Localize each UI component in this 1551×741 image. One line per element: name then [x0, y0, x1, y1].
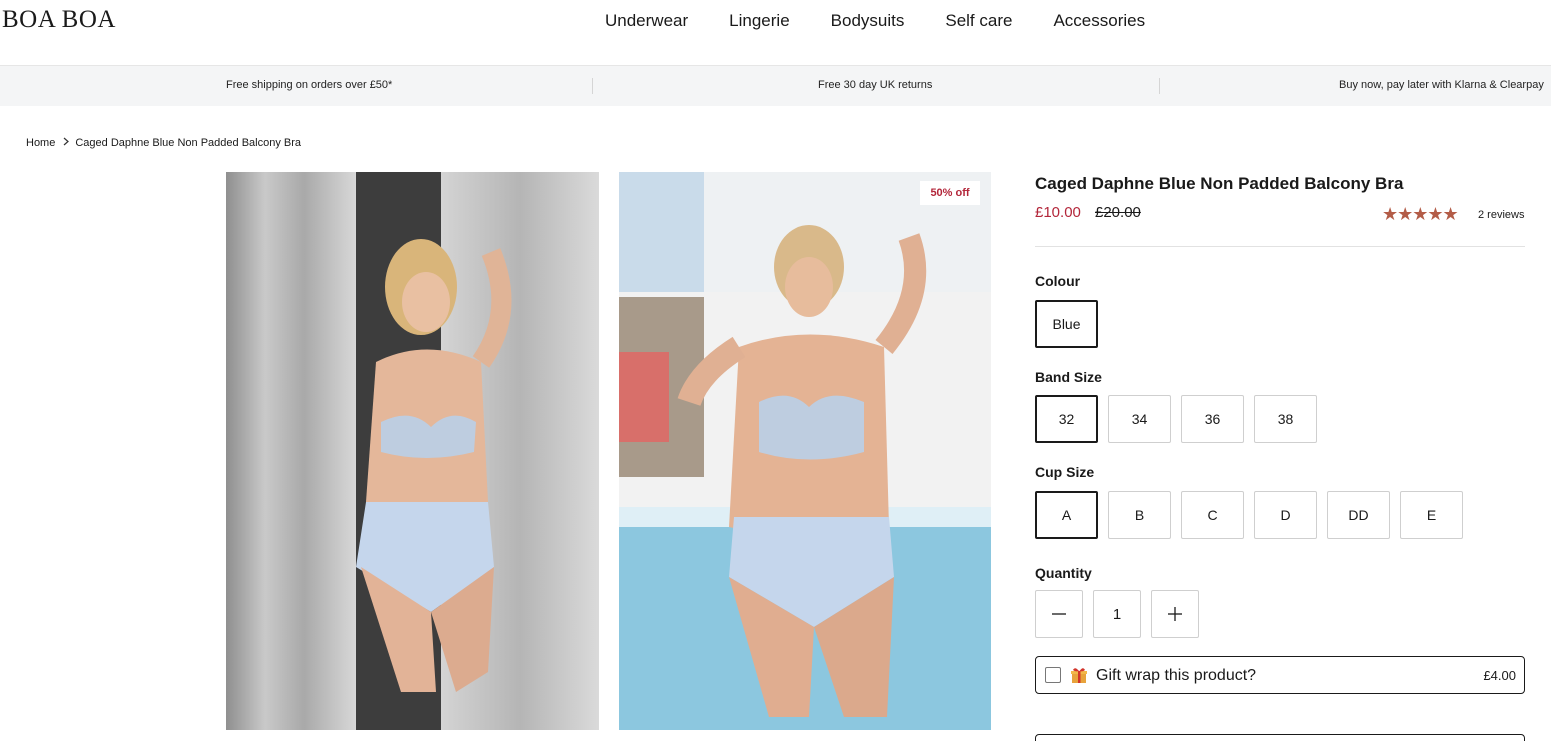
quantity-label: Quantity [1035, 565, 1092, 581]
band-option-38[interactable]: 38 [1254, 395, 1317, 443]
decrease-quantity-button[interactable] [1035, 590, 1083, 638]
add-to-cart-button[interactable] [1035, 734, 1525, 741]
cup-option-e[interactable]: E [1400, 491, 1463, 539]
usp-free-shipping: Free shipping on orders over £50* [226, 79, 393, 91]
usp-bar: Free shipping on orders over £50* Free 3… [0, 66, 1551, 106]
band-size-label: Band Size [1035, 369, 1102, 385]
cup-option-d[interactable]: D [1254, 491, 1317, 539]
band-option-34[interactable]: 34 [1108, 395, 1171, 443]
discount-badge: 50% off [920, 181, 980, 205]
reviews-link[interactable]: 2 reviews [1478, 209, 1524, 221]
cup-option-a[interactable]: A [1035, 491, 1098, 539]
gift-wrap-checkbox[interactable] [1045, 667, 1061, 683]
nav-accessories[interactable]: Accessories [1053, 11, 1145, 31]
breadcrumb-home[interactable]: Home [26, 137, 55, 149]
divider [1035, 246, 1525, 247]
nav-bodysuits[interactable]: Bodysuits [831, 11, 905, 31]
usp-pay-later: Buy now, pay later with Klarna & Clearpa… [1339, 79, 1544, 91]
colour-label: Colour [1035, 273, 1081, 289]
increase-quantity-button[interactable] [1151, 590, 1199, 638]
usp-divider [592, 78, 593, 94]
star-rating[interactable]: ★★★★★ [1382, 204, 1459, 224]
sale-price: £10.00 [1035, 204, 1081, 221]
usp-divider [1159, 78, 1160, 94]
nav-lingerie[interactable]: Lingerie [729, 11, 790, 31]
main-nav: Underwear Lingerie Bodysuits Self care A… [605, 11, 1186, 31]
usp-free-returns: Free 30 day UK returns [818, 79, 933, 91]
gift-wrap-label: Gift wrap this product? [1096, 667, 1257, 684]
gift-wrap-price: £4.00 [1483, 668, 1516, 683]
band-option-36[interactable]: 36 [1181, 395, 1244, 443]
gift-icon [1071, 668, 1087, 683]
site-header: BOA BOA Underwear Lingerie Bodysuits Sel… [0, 0, 1551, 66]
cup-size-label: Cup Size [1035, 464, 1095, 480]
product-image-1[interactable] [226, 172, 599, 730]
product-image-2[interactable] [619, 172, 991, 730]
quantity-input[interactable]: 1 [1093, 590, 1141, 638]
nav-self-care[interactable]: Self care [945, 11, 1012, 31]
compare-price: £20.00 [1095, 204, 1141, 221]
product-title: Caged Daphne Blue Non Padded Balcony Bra [1035, 174, 1404, 193]
nav-underwear[interactable]: Underwear [605, 11, 688, 31]
gift-wrap-option[interactable]: Gift wrap this product? £4.00 [1035, 656, 1525, 694]
breadcrumb: Home Caged Daphne Blue Non Padded Balcon… [26, 137, 301, 149]
cup-option-b[interactable]: B [1108, 491, 1171, 539]
colour-option-blue[interactable]: Blue [1035, 300, 1098, 348]
plus-icon [1168, 607, 1182, 621]
chevron-right-icon [63, 137, 70, 149]
minus-icon [1052, 613, 1066, 615]
cup-option-c[interactable]: C [1181, 491, 1244, 539]
breadcrumb-current: Caged Daphne Blue Non Padded Balcony Bra [75, 137, 301, 149]
band-option-32[interactable]: 32 [1035, 395, 1098, 443]
site-logo[interactable]: BOA BOA [2, 6, 116, 34]
cup-option-dd[interactable]: DD [1327, 491, 1390, 539]
